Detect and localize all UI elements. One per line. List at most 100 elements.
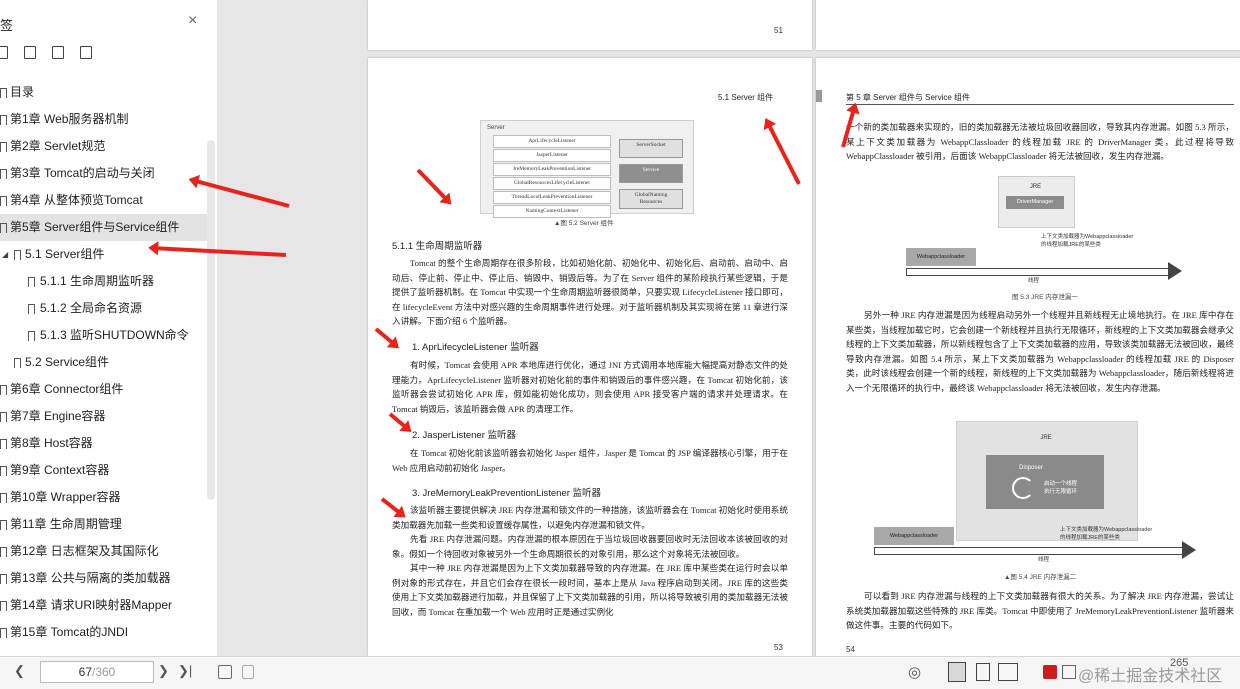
- section-heading: 5.1.1 生命周期监听器: [392, 241, 483, 252]
- page-52-bottom: [816, 0, 1240, 50]
- bookmark-icon: [0, 115, 7, 125]
- page-53: 5.1 Server 组件 Server AprLifecycleListene…: [368, 58, 812, 656]
- page-view-icon[interactable]: [976, 663, 990, 681]
- bookmark-icon: [28, 331, 35, 341]
- toc-item[interactable]: 第4章 从整体预览Tomcat: [0, 187, 210, 214]
- page-51-bottom: 51: [368, 0, 812, 50]
- toc-item[interactable]: 5.1.2 全局命名资源: [0, 295, 210, 322]
- toc-item[interactable]: ◢ 5.1 Server组件: [0, 241, 210, 268]
- document-viewer: 51 5.1 Server 组件 Server AprLifecycleList…: [217, 0, 1240, 656]
- toc-item[interactable]: 第13章 公共与隔离的类加载器: [0, 565, 210, 592]
- loop-icon: [1012, 477, 1034, 499]
- toc-item[interactable]: 5.2 Service组件: [0, 349, 210, 376]
- server-diagram: Server AprLifecycleListener JasperListene…: [480, 120, 694, 218]
- bookmark-icon: [14, 358, 21, 368]
- toc-item[interactable]: 第15章 Tomcat的JNDI: [0, 619, 210, 646]
- bookmark-icon: [0, 574, 7, 584]
- paragraph: 有时候，Tomcat 会使用 APR 本地库进行优化，通过 JNI 方式调用本地…: [392, 360, 788, 414]
- sidebar-scrollbar[interactable]: [207, 140, 215, 500]
- paragraph: 先看 JRE 内存泄漏问题。内存泄漏的根本原因在于当垃圾回收器要回收时无法回收本…: [392, 534, 788, 559]
- close-icon[interactable]: ×: [188, 12, 197, 30]
- listener-box: JreMemoryLeakPreventionListener: [493, 163, 611, 176]
- play-icon[interactable]: [1043, 665, 1057, 679]
- server-part-box: ServerSocket: [619, 139, 683, 158]
- toc-item[interactable]: 第14章 请求URI映射器Mapper: [0, 592, 210, 619]
- toc-item[interactable]: 第6章 Connector组件: [0, 376, 210, 403]
- toc-item[interactable]: 第9章 Context容器: [0, 457, 210, 484]
- page-number: 53: [774, 643, 783, 652]
- insert-page-icon[interactable]: [218, 665, 232, 679]
- next-page-icon[interactable]: ❯: [158, 663, 169, 679]
- single-page-view-icon[interactable]: [948, 662, 966, 682]
- header-rule: [846, 104, 1234, 105]
- toc-list: 目录 第1章 Web服务器机制 第2章 Servlet规范 第3章 Tomcat…: [0, 79, 210, 646]
- figure-caption: ▲图 5.2 Server 组件: [554, 220, 614, 227]
- toc-item[interactable]: 第8章 Host容器: [0, 430, 210, 457]
- sidebar-toolbar: [0, 46, 92, 59]
- toc-item[interactable]: 5.1.3 监听SHUTDOWN命令: [0, 322, 210, 349]
- jre-leak-diagram-2: JRE Disposer 启动一个线程 执行无限循环 上下文类加载器为Webap…: [874, 421, 1204, 563]
- fullscreen-icon[interactable]: [1062, 665, 1076, 679]
- page-number: 54: [846, 645, 855, 654]
- last-page-icon[interactable]: ❯|: [178, 663, 192, 679]
- add-bookmark-icon[interactable]: [52, 46, 64, 59]
- expand-all-icon[interactable]: [0, 46, 8, 59]
- paragraph: 另外一种 JRE 内存泄漏是因为线程启动另外一个线程并且新线程无止境地执行。在 …: [846, 310, 1234, 393]
- toc-item[interactable]: 目录: [0, 79, 210, 106]
- paragraph: 该监听器主要提供解决 JRE 内存泄漏和锁文件的一种措施，该监听器会在 Tomc…: [392, 505, 788, 530]
- bookmark-icon: [0, 493, 7, 503]
- subsection-heading: 1. AprLifecycleListener 监听器: [412, 342, 539, 353]
- double-page-view-icon[interactable]: [998, 663, 1018, 681]
- toc-item[interactable]: 第2章 Servlet规范: [0, 133, 210, 160]
- bookmark-icon: [0, 142, 7, 152]
- page-header: 第 5 章 Server 组件与 Service 组件: [846, 93, 971, 102]
- toc-item[interactable]: 第12章 日志框架及其国际化: [0, 538, 210, 565]
- paragraph: 一个新的类加载器来实现的，旧的类加载器无法被垃圾回收器回收，导致其内存泄漏。如图…: [846, 122, 1234, 162]
- listener-box: AprLifecycleListener: [493, 135, 611, 148]
- server-part-box: GlobalNaming Resources: [619, 189, 683, 209]
- bookmark-icon: [0, 547, 7, 557]
- bookmark-icon: [0, 439, 7, 449]
- figure-caption: 图 5.3 JRE 内存泄漏一: [1012, 294, 1078, 301]
- toc-item-selected[interactable]: 第5章 Server组件与Service组件: [0, 214, 210, 241]
- subsection-heading: 3. JreMemoryLeakPreventionListener 监听器: [412, 488, 602, 499]
- collapse-all-icon[interactable]: [24, 46, 36, 59]
- bookmark-icon: [0, 520, 7, 530]
- bookmark-icon: [0, 88, 7, 98]
- bookmark-icon: [28, 304, 35, 314]
- bookmark-icon: [0, 466, 7, 476]
- bookmark-icon: [0, 628, 7, 638]
- expand-triangle-icon[interactable]: ◢: [2, 241, 8, 268]
- bookmark-icon: [28, 277, 35, 287]
- bottom-toolbar: ❮ 67/360 ❯ ❯| ◎ @稀土掘金技术社区 265: [0, 656, 1240, 689]
- toc-item[interactable]: 第7章 Engine容器: [0, 403, 210, 430]
- bookmark-icon[interactable]: [80, 46, 92, 59]
- toc-item[interactable]: 第1章 Web服务器机制: [0, 106, 210, 133]
- bookmark-icon: [0, 601, 7, 611]
- listener-box: JasperListener: [493, 149, 611, 162]
- figure-caption: ▲图 5.4 JRE 内存泄漏二: [1004, 574, 1077, 581]
- subsection-heading: 2. JasperListener 监听器: [412, 430, 517, 441]
- bookmark-icon: [0, 169, 7, 179]
- server-part-box: Service: [619, 164, 683, 183]
- toc-item[interactable]: 5.1.1 生命周期监听器: [0, 268, 210, 295]
- driver-manager-box: DriverManager: [1006, 196, 1064, 209]
- bookmark-icon: [0, 412, 7, 422]
- export-page-icon[interactable]: [242, 665, 254, 679]
- toc-item[interactable]: 第3章 Tomcat的启动与关闭: [0, 160, 210, 187]
- paragraph: 可以看到 JRE 内存泄漏与线程的上下文类加载器有很大的关系。为了解决 JRE …: [846, 591, 1234, 631]
- toc-item[interactable]: 第11章 生命周期管理: [0, 511, 210, 538]
- page-header: 5.1 Server 组件: [718, 93, 774, 102]
- toc-item[interactable]: 第10章 Wrapper容器: [0, 484, 210, 511]
- listener-box: ThreadLocalLeakPreventionListener: [493, 191, 611, 204]
- eye-protect-icon[interactable]: ◎: [908, 663, 921, 681]
- sidebar-title: 签: [0, 18, 14, 33]
- bookmark-icon: [0, 223, 7, 233]
- zoom-level[interactable]: 265: [1170, 657, 1188, 669]
- jre-leak-diagram-1: JRE DriverManager 上下文类加载器为Webappclassloa…: [906, 176, 1186, 286]
- bookmark-icon: [0, 196, 7, 206]
- prev-page-icon[interactable]: ❮: [14, 663, 25, 679]
- paragraph: 在 Tomcat 初始化前该监听器会初始化 Jasper 组件，Jasper 是…: [392, 448, 788, 473]
- page-number-input[interactable]: 67/360: [40, 661, 154, 683]
- disposer-box: Disposer: [1019, 465, 1043, 471]
